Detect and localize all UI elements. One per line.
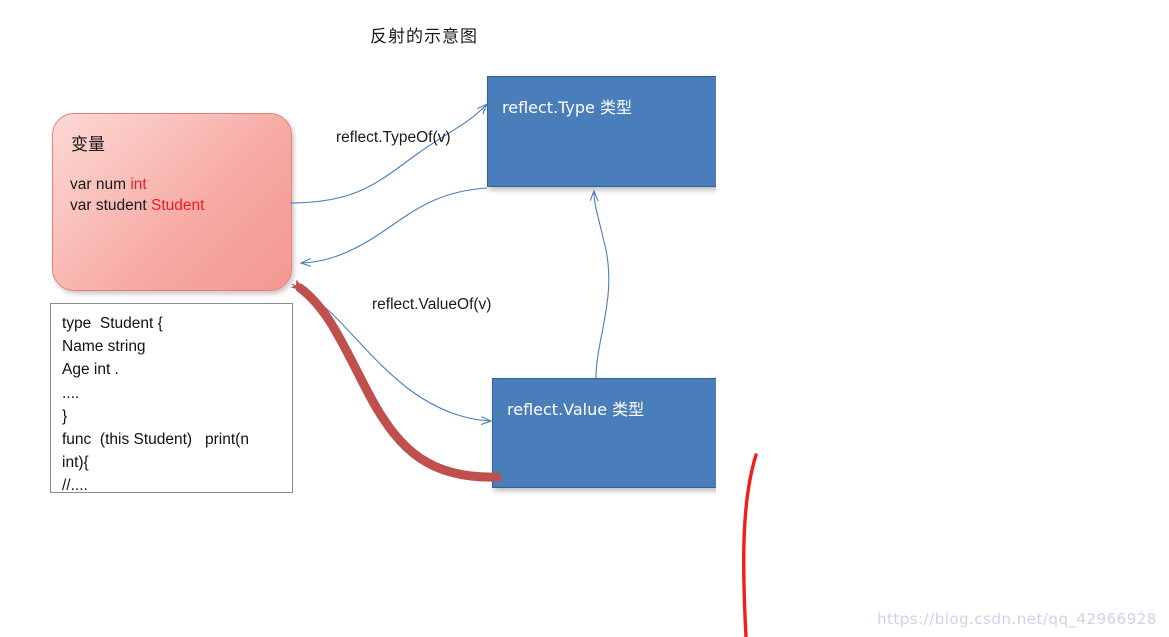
variable-decl-student: var student Student xyxy=(70,197,205,214)
diagram-canvas: 反射的示意图 变量 var num int var student Studen… xyxy=(0,0,1169,637)
arrow-type-back xyxy=(302,187,488,263)
type-int: int xyxy=(130,176,147,193)
variable-box: 变量 var num int var student Student xyxy=(52,113,292,291)
doc-panel: ↡ type Type type Type interface { // Kin… xyxy=(716,12,1169,637)
arrow-value-back-thick xyxy=(290,279,502,482)
watermark: https://blog.csdn.net/qq_42966928 xyxy=(877,610,1157,628)
variable-decl-num: var num int xyxy=(70,176,147,193)
arrow-typeof xyxy=(289,105,486,204)
reflect-type-box-label: reflect.Type 类型 xyxy=(502,98,632,117)
struct-code-text: type Student { Name string Age int . ...… xyxy=(62,315,249,495)
variable-box-title: 变量 xyxy=(71,135,105,155)
variable-declarations: var num int var student Student xyxy=(70,174,204,216)
struct-code-box: type Student { Name string Age int . ...… xyxy=(50,303,293,494)
arrow-value-to-type xyxy=(594,192,610,379)
arrow-typeof-label: reflect.TypeOf(v) xyxy=(336,129,451,146)
arrow-valueof-label: reflect.ValueOf(v) xyxy=(372,296,492,313)
reflect-value-box-label: reflect.Value 类型 xyxy=(507,400,645,419)
page-title: 反射的示意图 xyxy=(370,27,478,47)
type-student: Student xyxy=(151,197,205,214)
reflect-type-box: reflect.Type 类型 xyxy=(487,76,720,187)
reflect-value-box: reflect.Value 类型 xyxy=(492,378,724,488)
